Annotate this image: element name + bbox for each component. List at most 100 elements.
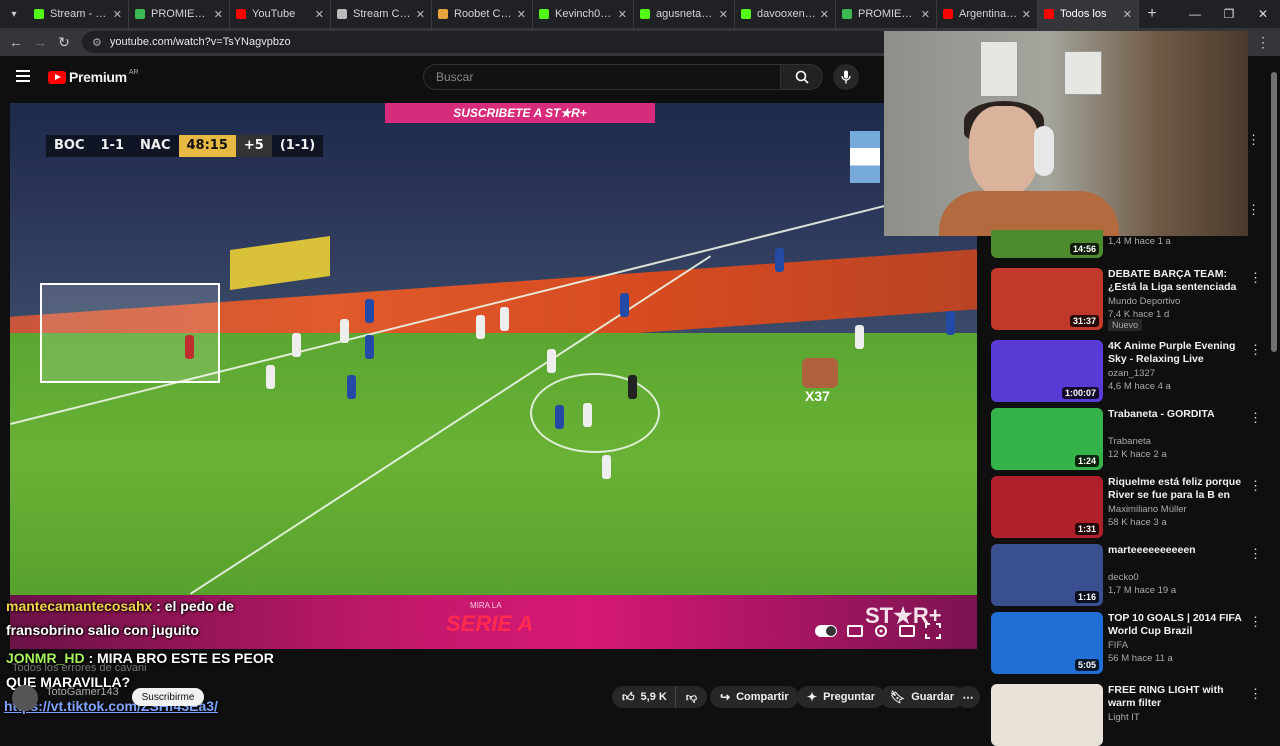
browser-tab[interactable]: PROMIEDOS - ✕ <box>129 0 230 28</box>
browser-tab[interactable]: Argentina 2 - F ✕ <box>937 0 1038 28</box>
browser-tab[interactable]: YouTube ✕ <box>230 0 331 28</box>
tab-close-icon[interactable]: ✕ <box>1022 8 1031 21</box>
new-tab-button[interactable]: + <box>1139 5 1165 23</box>
related-video-item[interactable]: 1:00:07 4K Anime Purple Evening Sky - Rel… <box>991 340 1271 402</box>
video-more-icon[interactable]: ⋮ <box>1249 686 1262 702</box>
tab-close-icon[interactable]: ✕ <box>1123 8 1132 21</box>
ask-button[interactable]: ✦ Preguntar <box>797 686 886 708</box>
video-more-icon[interactable]: ⋮ <box>1249 410 1262 426</box>
related-video-item[interactable]: FREE RING LIGHT with warm filter Light IT… <box>991 684 1271 746</box>
channel-avatar[interactable] <box>12 685 38 711</box>
video-channel[interactable]: ozan_1327 <box>1108 368 1155 379</box>
close-window-button[interactable]: ✕ <box>1246 0 1280 28</box>
related-video-item[interactable]: 1:16 marteeeeeeeeeen decko0 1,7 M hace 19 a… <box>991 544 1271 606</box>
video-more-icon[interactable]: ⋮ <box>1249 614 1262 630</box>
like-button[interactable]: 👍︎ 5,9 K <box>612 686 675 708</box>
video-title[interactable]: FREE RING LIGHT with warm filter <box>1108 684 1248 710</box>
tab-close-icon[interactable]: ✕ <box>517 8 526 21</box>
youtube-logo[interactable]: Premium AR <box>48 69 139 85</box>
tab-close-icon[interactable]: ✕ <box>820 8 829 21</box>
search-button[interactable] <box>781 64 823 90</box>
video-channel[interactable]: Trabaneta <box>1108 436 1151 447</box>
video-title[interactable]: 4K Anime Purple Evening Sky - Relaxing L… <box>1108 340 1248 366</box>
tab-label: Stream - Kick D <box>50 8 109 20</box>
video-channel[interactable]: Maximiliano Müller <box>1108 504 1187 515</box>
related-video-item[interactable]: 1:31 Riquelme está feliz porque River se … <box>991 476 1271 538</box>
tab-close-icon[interactable]: ✕ <box>214 8 223 21</box>
page-scrollbar[interactable] <box>1271 72 1277 352</box>
thumbs-up-icon: 👍︎ <box>622 689 635 704</box>
related-video-item[interactable]: 31:37 DEBATE BARÇA TEAM: ¿Está la Liga se… <box>991 268 1271 331</box>
video-title[interactable]: Trabaneta - GORDITA <box>1108 408 1248 421</box>
video-more-icon[interactable]: ⋮ <box>1249 270 1262 286</box>
share-button[interactable]: ↪ Compartir <box>710 686 799 708</box>
fullscreen-icon[interactable] <box>925 623 941 639</box>
video-channel[interactable]: FIFA <box>1108 640 1128 651</box>
miniplayer-icon[interactable] <box>899 625 915 637</box>
browser-tab[interactable]: davooxeneize ✕ <box>735 0 836 28</box>
more-icon[interactable]: ⋮ <box>1247 202 1260 218</box>
browser-tab[interactable]: Todos los ✕ <box>1038 0 1139 28</box>
tab-search-button[interactable]: ▾ <box>0 0 28 28</box>
browser-tab[interactable]: PROMIEDOS - ✕ <box>836 0 937 28</box>
menu-icon[interactable] <box>16 70 30 82</box>
browser-tab[interactable]: Roobet Crypto ✕ <box>432 0 533 28</box>
video-title[interactable]: TOP 10 GOALS | 2014 FIFA World Cup Brazi… <box>1108 612 1248 638</box>
browser-tab[interactable]: Stream Control ✕ <box>331 0 432 28</box>
video-thumbnail[interactable] <box>991 684 1103 746</box>
video-channel[interactable]: Mundo Deportivo <box>1108 296 1180 307</box>
search-input[interactable]: Buscar <box>423 64 781 90</box>
related-video-item[interactable]: 5:05 TOP 10 GOALS | 2014 FIFA World Cup B… <box>991 612 1271 674</box>
video-title[interactable]: DEBATE BARÇA TEAM: ¿Está la Liga sentenc… <box>1108 268 1248 294</box>
tab-close-icon[interactable]: ✕ <box>113 8 122 21</box>
minimize-button[interactable]: — <box>1178 0 1212 28</box>
video-more-icon[interactable]: ⋮ <box>1249 478 1262 494</box>
subscribe-button[interactable]: Suscribirme <box>132 688 204 706</box>
tab-favicon-icon <box>337 9 347 19</box>
more-actions-button[interactable]: ⋯ <box>956 686 980 708</box>
tab-favicon-icon <box>34 9 44 19</box>
maximize-button[interactable]: ❐ <box>1212 0 1246 28</box>
dislike-button[interactable]: 👎︎ <box>674 686 708 708</box>
video-thumbnail[interactable]: 1:16 <box>991 544 1103 606</box>
more-icon[interactable]: ⋮ <box>1247 132 1260 148</box>
channel-name[interactable]: TotoGamer143 <box>46 686 119 698</box>
autoplay-toggle[interactable] <box>815 625 837 637</box>
logo-text: Premium <box>69 69 127 85</box>
browser-tab[interactable]: Kevinch0k Stre ✕ <box>533 0 634 28</box>
save-button[interactable]: 🔖︎ Guardar <box>880 686 965 708</box>
video-thumbnail[interactable]: 31:37 <box>991 268 1103 330</box>
voice-search-button[interactable] <box>833 64 859 90</box>
site-info-icon[interactable]: ⚙ <box>92 36 102 49</box>
tab-close-icon[interactable]: ✕ <box>315 8 324 21</box>
more-group: ⋯ <box>956 686 980 708</box>
reload-button[interactable]: ↻ <box>52 34 76 51</box>
browser-menu-icon[interactable]: ⋮ <box>1256 34 1270 51</box>
video-title[interactable]: Riquelme está feliz porque River se fue … <box>1108 476 1248 502</box>
video-thumbnail[interactable]: 5:05 <box>991 612 1103 674</box>
url-field[interactable]: ⚙ youtube.com/watch?v=TsYNagvpbzo <box>82 31 902 53</box>
footballer <box>365 335 374 359</box>
tab-close-icon[interactable]: ✕ <box>921 8 930 21</box>
video-thumbnail[interactable]: 1:31 <box>991 476 1103 538</box>
forward-button[interactable]: → <box>28 34 52 50</box>
video-title[interactable]: marteeeeeeeeeen <box>1108 544 1248 557</box>
settings-icon[interactable] <box>873 623 889 639</box>
video-more-icon[interactable]: ⋮ <box>1249 342 1262 358</box>
video-player[interactable]: SUSCRIBETE A ST★R+ BOC 1-1 NAC 48:15 +5 … <box>10 103 977 649</box>
related-video-item[interactable]: 1:24 Trabaneta - GORDITA Trabaneta 12 K hac… <box>991 408 1271 470</box>
tab-close-icon[interactable]: ✕ <box>719 8 728 21</box>
tab-close-icon[interactable]: ✕ <box>618 8 627 21</box>
video-more-icon[interactable]: ⋮ <box>1249 546 1262 562</box>
video-channel[interactable]: Light IT <box>1108 712 1140 723</box>
browser-tab[interactable]: agusneta Strea ✕ <box>634 0 735 28</box>
back-button[interactable]: ← <box>4 34 28 50</box>
video-channel[interactable]: decko0 <box>1108 572 1139 583</box>
browser-tab[interactable]: Stream - Kick D ✕ <box>28 0 129 28</box>
video-thumbnail[interactable]: 1:24 <box>991 408 1103 470</box>
tab-close-icon[interactable]: ✕ <box>416 8 425 21</box>
related-video-item[interactable]: 14:56 1,4 M hace 1 a <box>991 230 1271 258</box>
video-thumbnail[interactable]: 14:56 <box>991 230 1103 258</box>
subtitles-icon[interactable] <box>847 625 863 637</box>
video-thumbnail[interactable]: 1:00:07 <box>991 340 1103 402</box>
